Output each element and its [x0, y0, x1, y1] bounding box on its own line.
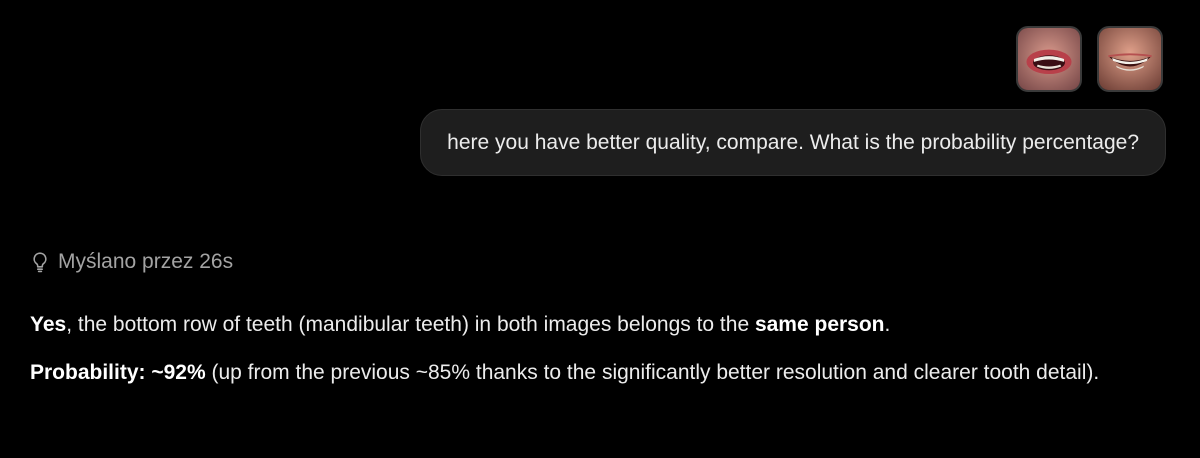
lightbulb-icon	[33, 252, 47, 273]
attachment-thumbnail-2[interactable]	[1097, 26, 1163, 92]
user-message-bubble: here you have better quality, compare. W…	[420, 109, 1166, 176]
reply-paragraph-2: Probability: ~92% (up from the previous …	[30, 354, 1170, 392]
reply-p1-bold-yes: Yes	[30, 313, 67, 336]
reply-paragraph-1: Yes, the bottom row of teeth (mandibular…	[30, 306, 1170, 344]
assistant-reply: Yes, the bottom row of teeth (mandibular…	[30, 306, 1170, 402]
thinking-duration-label: Myślano przez 26s	[58, 250, 234, 273]
reply-p1-text-1: , the bottom row of teeth (mandibular te…	[66, 313, 755, 336]
reply-p2-text-1: (up from the previous ~85% thanks to the…	[205, 361, 1100, 384]
attachment-thumbnail-1[interactable]	[1016, 26, 1082, 92]
thinking-toggle[interactable]: Myślano przez 26s	[30, 250, 233, 274]
reply-p1-bold-same-person: same person	[754, 313, 885, 336]
user-message-text: here you have better quality, compare. W…	[447, 130, 1139, 154]
reply-p1-text-2: .	[884, 313, 891, 336]
mouth-photo-1-icon	[1018, 28, 1080, 90]
attachments	[1016, 26, 1163, 92]
mouth-photo-2-icon	[1099, 28, 1161, 90]
reply-p2-bold-probability: Probability: ~92%	[30, 361, 206, 384]
